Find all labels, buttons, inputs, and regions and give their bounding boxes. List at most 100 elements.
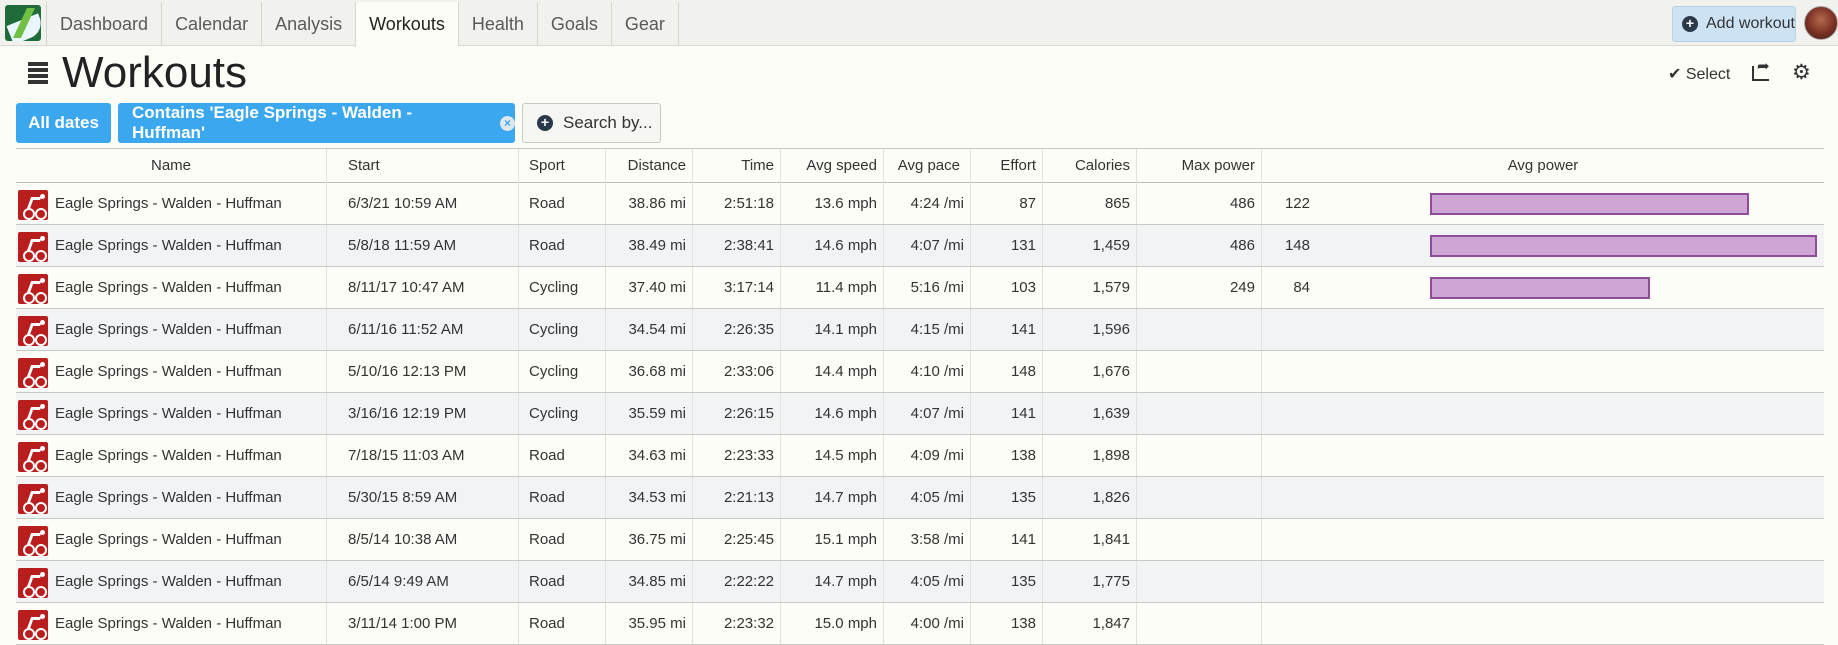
- name-cell: Eagle Springs - Walden - Huffman: [16, 603, 327, 644]
- column-header-time[interactable]: Time: [693, 149, 781, 183]
- tab-workouts[interactable]: Workouts: [355, 2, 458, 47]
- table-row[interactable]: Eagle Springs - Walden - Huffman 6/3/21 1…: [16, 183, 1824, 225]
- contains-filter[interactable]: Contains 'Eagle Springs - Walden - Huffm…: [118, 103, 515, 143]
- workout-name[interactable]: Eagle Springs - Walden - Huffman: [55, 561, 282, 602]
- workout-name[interactable]: Eagle Springs - Walden - Huffman: [55, 477, 282, 518]
- column-header-sport[interactable]: Sport: [519, 149, 606, 183]
- page-title: Workouts: [62, 48, 248, 97]
- plus-circle-icon: +: [1682, 16, 1698, 32]
- time-cell: 2:26:15: [693, 393, 781, 434]
- table-row[interactable]: Eagle Springs - Walden - Huffman 8/11/17 …: [16, 267, 1824, 309]
- avatar[interactable]: [1804, 6, 1838, 40]
- avg-pace-cell: 4:10 /mi: [884, 351, 971, 392]
- effort-cell: 138: [971, 435, 1043, 476]
- select-button[interactable]: ✔ Select: [1668, 64, 1730, 84]
- workout-name[interactable]: Eagle Springs - Walden - Huffman: [55, 225, 282, 266]
- column-header-name[interactable]: Name: [16, 149, 327, 183]
- time-cell: 2:25:45: [693, 519, 781, 560]
- workout-name[interactable]: Eagle Springs - Walden - Huffman: [55, 309, 282, 350]
- workout-name[interactable]: Eagle Springs - Walden - Huffman: [55, 603, 282, 644]
- column-header-avg-speed[interactable]: Avg speed: [781, 149, 884, 183]
- avg-speed-cell: 14.6 mph: [781, 225, 884, 266]
- time-cell: 2:23:33: [693, 435, 781, 476]
- avg-speed-cell: 14.7 mph: [781, 561, 884, 602]
- avg-power-value: 122: [1284, 195, 1310, 212]
- distance-cell: 34.63 mi: [606, 435, 693, 476]
- top-nav: Dashboard Calendar Analysis Workouts Hea…: [0, 0, 1838, 47]
- calories-cell: 865: [1043, 183, 1137, 224]
- avg-speed-cell: 14.6 mph: [781, 393, 884, 434]
- column-header-effort[interactable]: Effort: [971, 149, 1043, 183]
- avg-pace-cell: 4:07 /mi: [884, 393, 971, 434]
- table-row[interactable]: Eagle Springs - Walden - Huffman 5/30/15 …: [16, 477, 1824, 519]
- column-header-avg-power[interactable]: Avg power: [1262, 149, 1824, 183]
- table-row[interactable]: Eagle Springs - Walden - Huffman 8/5/14 1…: [16, 519, 1824, 561]
- gear-icon[interactable]: ⚙: [1792, 60, 1811, 85]
- table-row[interactable]: Eagle Springs - Walden - Huffman 3/16/16 …: [16, 393, 1824, 435]
- sport-cell: Road: [519, 435, 606, 476]
- workout-name[interactable]: Eagle Springs - Walden - Huffman: [55, 435, 282, 476]
- time-cell: 2:51:18: [693, 183, 781, 224]
- max-power-cell: [1137, 435, 1262, 476]
- app-logo[interactable]: [5, 5, 41, 41]
- time-cell: 2:21:13: [693, 477, 781, 518]
- workout-name[interactable]: Eagle Springs - Walden - Huffman: [55, 183, 282, 224]
- max-power-cell: 486: [1137, 183, 1262, 224]
- name-cell: Eagle Springs - Walden - Huffman: [16, 183, 327, 224]
- table-row[interactable]: Eagle Springs - Walden - Huffman 5/8/18 1…: [16, 225, 1824, 267]
- workout-name[interactable]: Eagle Springs - Walden - Huffman: [55, 393, 282, 434]
- tab-calendar[interactable]: Calendar: [161, 2, 261, 46]
- start-cell: 6/3/21 10:59 AM: [327, 183, 519, 224]
- tab-goals[interactable]: Goals: [536, 2, 611, 46]
- tab-analysis[interactable]: Analysis: [261, 2, 355, 46]
- tab-gear[interactable]: Gear: [610, 2, 679, 46]
- tab-health[interactable]: Health: [457, 2, 537, 46]
- start-cell: 6/5/14 9:49 AM: [327, 561, 519, 602]
- avg-pace-cell: 4:00 /mi: [884, 603, 971, 644]
- remove-filter-icon[interactable]: ×: [500, 115, 515, 131]
- sport-cell: Road: [519, 519, 606, 560]
- table-row[interactable]: Eagle Springs - Walden - Huffman 3/11/14 …: [16, 603, 1824, 645]
- start-cell: 5/10/16 12:13 PM: [327, 351, 519, 392]
- sport-cell: Road: [519, 225, 606, 266]
- distance-cell: 37.40 mi: [606, 267, 693, 308]
- effort-cell: 131: [971, 225, 1043, 266]
- cycling-sport-icon: [18, 568, 48, 598]
- effort-cell: 141: [971, 309, 1043, 350]
- sport-cell: Cycling: [519, 393, 606, 434]
- start-cell: 5/30/15 8:59 AM: [327, 477, 519, 518]
- calories-cell: 1,459: [1043, 225, 1137, 266]
- column-header-calories[interactable]: Calories: [1043, 149, 1137, 183]
- distance-cell: 36.75 mi: [606, 519, 693, 560]
- all-dates-filter[interactable]: All dates: [16, 103, 111, 143]
- table-row[interactable]: Eagle Springs - Walden - Huffman 6/11/16 …: [16, 309, 1824, 351]
- workout-name[interactable]: Eagle Springs - Walden - Huffman: [55, 351, 282, 392]
- table-row[interactable]: Eagle Springs - Walden - Huffman 5/10/16 …: [16, 351, 1824, 393]
- avg-pace-cell: 3:58 /mi: [884, 519, 971, 560]
- table-row[interactable]: Eagle Springs - Walden - Huffman 6/5/14 9…: [16, 561, 1824, 603]
- name-cell: Eagle Springs - Walden - Huffman: [16, 351, 327, 392]
- start-cell: 8/11/17 10:47 AM: [327, 267, 519, 308]
- avg-power-bar: [1430, 193, 1749, 215]
- plus-circle-icon: +: [537, 115, 553, 131]
- column-header-max-power[interactable]: Max power: [1137, 149, 1262, 183]
- name-cell: Eagle Springs - Walden - Huffman: [16, 393, 327, 434]
- share-icon[interactable]: [1752, 57, 1770, 81]
- avg-power-cell: [1262, 519, 1824, 560]
- column-header-distance[interactable]: Distance: [606, 149, 693, 183]
- workout-name[interactable]: Eagle Springs - Walden - Huffman: [55, 267, 282, 308]
- add-workout-button[interactable]: + Add workout: [1672, 6, 1796, 42]
- workout-name[interactable]: Eagle Springs - Walden - Huffman: [55, 519, 282, 560]
- tab-dashboard[interactable]: Dashboard: [46, 2, 161, 46]
- name-cell: Eagle Springs - Walden - Huffman: [16, 435, 327, 476]
- max-power-cell: 486: [1137, 225, 1262, 266]
- table-row[interactable]: Eagle Springs - Walden - Huffman 7/18/15 …: [16, 435, 1824, 477]
- avg-speed-cell: 14.4 mph: [781, 351, 884, 392]
- search-by-button[interactable]: + Search by...: [522, 103, 661, 143]
- sport-cell: Road: [519, 477, 606, 518]
- avg-speed-cell: 15.0 mph: [781, 603, 884, 644]
- column-header-start[interactable]: Start: [327, 149, 519, 183]
- column-header-avg-pace[interactable]: Avg pace: [884, 149, 971, 183]
- effort-cell: 138: [971, 603, 1043, 644]
- cycling-sport-icon: [18, 400, 48, 430]
